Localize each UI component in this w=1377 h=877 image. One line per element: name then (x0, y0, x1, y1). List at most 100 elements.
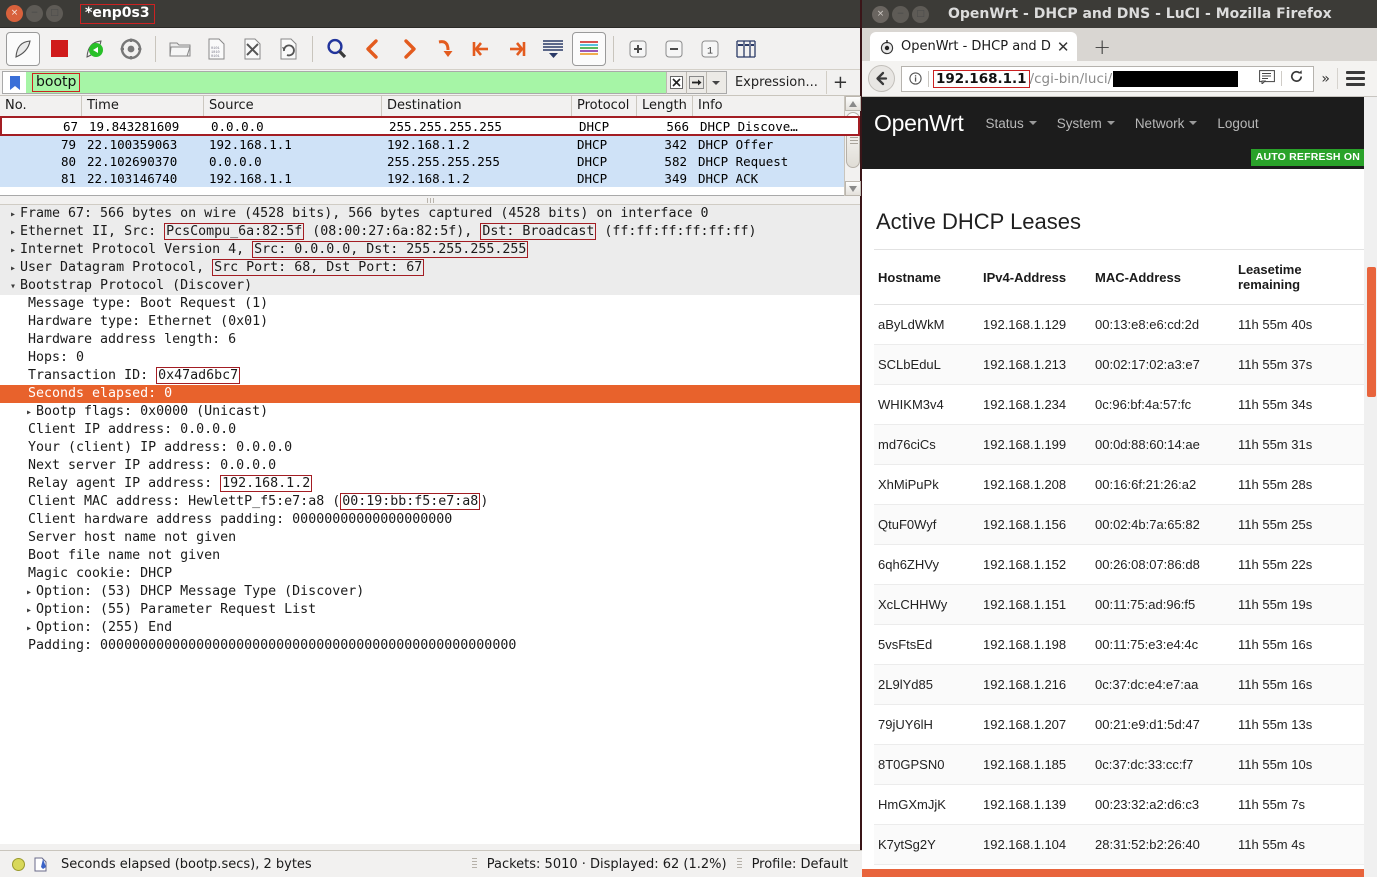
column-header-destination[interactable]: Destination (382, 96, 572, 116)
nav-item-network[interactable]: Network (1135, 116, 1198, 131)
scroll-down-arrow-icon[interactable] (845, 181, 861, 196)
expert-info-icon[interactable] (12, 857, 25, 871)
column-header-protocol[interactable]: Protocol (572, 96, 637, 116)
auto-scroll-icon[interactable] (536, 32, 570, 66)
close-file-icon[interactable] (235, 32, 269, 66)
detail-row-magic-cookie[interactable]: Magic cookie: DHCP (0, 565, 860, 583)
reload-file-icon[interactable] (271, 32, 305, 66)
filter-history-icon[interactable] (705, 71, 726, 94)
auto-refresh-badge[interactable]: AUTO REFRESH ON (1250, 149, 1365, 166)
detail-row-hw-addr-len[interactable]: Hardware address length: 6 (0, 331, 860, 349)
detail-row-frame[interactable]: ▸ Frame 67: 566 bytes on wire (4528 bits)… (0, 205, 860, 223)
detail-row-hw-padding[interactable]: Client hardware address padding: 0000000… (0, 511, 860, 529)
nav-item-logout[interactable]: Logout (1217, 116, 1258, 131)
detail-row-hops[interactable]: Hops: 0 (0, 349, 860, 367)
detail-row-ethernet[interactable]: ▸ Ethernet II, Src: PcsCompu_6a:82:5f (08… (0, 223, 860, 241)
capture-comment-icon[interactable] (33, 857, 47, 872)
clear-filter-icon[interactable] (665, 71, 686, 94)
detail-row-option-55[interactable]: ▸ Option: (55) Parameter Request List (0, 601, 860, 619)
expand-triangle-icon[interactable]: ▸ (6, 206, 20, 224)
detail-row-message-type[interactable]: Message type: Boot Request (1) (0, 295, 860, 313)
back-arrow-icon[interactable] (868, 65, 895, 92)
hamburger-menu-icon[interactable] (1337, 68, 1371, 89)
browser-scrollbar[interactable] (1364, 97, 1377, 877)
scroll-up-arrow-icon[interactable] (845, 96, 861, 111)
filter-expression-button[interactable]: Expression... (727, 71, 826, 94)
expand-triangle-icon[interactable]: ▸ (22, 602, 36, 620)
expand-triangle-icon[interactable]: ▸ (6, 224, 20, 242)
detail-row-relay-agent-ip[interactable]: Relay agent IP address: 192.168.1.2 (0, 475, 860, 493)
window-close-button[interactable]: × (6, 5, 23, 22)
detail-row-seconds-elapsed[interactable]: Seconds elapsed: 0 (0, 385, 860, 403)
column-header-no[interactable]: No. (0, 96, 82, 116)
site-identity-icon[interactable] (906, 72, 924, 85)
detail-row-client-mac[interactable]: Client MAC address: HewlettP_f5:e7:a8 (0… (0, 493, 860, 511)
detail-row-udp[interactable]: ▸ User Datagram Protocol, Src Port: 68, D… (0, 259, 860, 277)
overflow-chevron-icon[interactable]: » (1314, 71, 1337, 87)
detail-row-server-host[interactable]: Server host name not given (0, 529, 860, 547)
start-capture-icon[interactable] (6, 31, 40, 66)
detail-row-your-ip[interactable]: Your (client) IP address: 0.0.0.0 (0, 439, 860, 457)
detail-row-bootp-flags[interactable]: ▸ Bootp flags: 0x0000 (Unicast) (0, 403, 860, 421)
find-packet-icon[interactable] (320, 32, 354, 66)
go-back-icon[interactable] (356, 32, 390, 66)
close-tab-icon[interactable]: ✕ (1057, 38, 1070, 56)
table-row[interactable]: 67 19.843281609 0.0.0.0 255.255.255.255 … (0, 116, 860, 136)
go-to-last-packet-icon[interactable] (500, 32, 534, 66)
window-maximize-button[interactable]: □ (46, 5, 63, 22)
column-header-source[interactable]: Source (204, 96, 382, 116)
url-bar[interactable]: 192.168.1.1 /cgi-bin/luci/ (901, 65, 1315, 92)
ff-window-close-button[interactable]: × (872, 5, 889, 23)
table-row[interactable]: 79 22.100359063 192.168.1.1 192.168.1.2 … (0, 136, 860, 153)
status-profile[interactable]: Profile: Default (752, 857, 862, 872)
new-tab-button[interactable]: + (1093, 35, 1111, 59)
column-header-time[interactable]: Time (82, 96, 204, 116)
capture-options-icon[interactable] (114, 32, 148, 66)
reader-mode-icon[interactable] (1255, 69, 1279, 88)
packet-list-scrollbar[interactable] (844, 96, 861, 196)
resize-columns-icon[interactable] (729, 32, 763, 66)
detail-row-ipv4[interactable]: ▸ Internet Protocol Version 4, Src: 0.0.0… (0, 241, 860, 259)
browser-scrollbar-thumb[interactable] (1367, 267, 1376, 397)
zoom-in-icon[interactable] (621, 32, 655, 66)
stop-capture-icon[interactable] (42, 32, 76, 66)
detail-row-bootp[interactable]: ▾ Bootstrap Protocol (Discover) (0, 277, 860, 295)
open-file-icon[interactable] (163, 32, 197, 66)
go-to-packet-icon[interactable] (428, 32, 462, 66)
expand-triangle-icon[interactable]: ▸ (6, 260, 20, 278)
ff-window-maximize-button[interactable]: □ (912, 5, 929, 23)
expand-triangle-icon[interactable]: ▸ (22, 584, 36, 602)
detail-row-next-server-ip[interactable]: Next server IP address: 0.0.0.0 (0, 457, 860, 475)
window-minimize-button[interactable]: − (26, 5, 43, 22)
expand-triangle-icon[interactable]: ▸ (22, 620, 36, 638)
colorize-packets-icon[interactable] (572, 31, 606, 66)
detail-row-padding[interactable]: Padding: 0000000000000000000000000000000… (0, 637, 860, 655)
expand-triangle-icon[interactable]: ▸ (6, 242, 20, 260)
detail-row-hardware-type[interactable]: Hardware type: Ethernet (0x01) (0, 313, 860, 331)
table-row[interactable]: 81 22.103146740 192.168.1.1 192.168.1.2 … (0, 170, 860, 187)
detail-row-transaction-id[interactable]: Transaction ID: 0x47ad6bc7 (0, 367, 860, 385)
pane-splitter[interactable] (0, 196, 860, 204)
detail-row-client-ip[interactable]: Client IP address: 0.0.0.0 (0, 421, 860, 439)
browser-tab[interactable]: OpenWrt - DHCP and D ✕ (870, 32, 1078, 61)
nav-item-system[interactable]: System (1057, 116, 1115, 131)
go-to-first-packet-icon[interactable] (464, 32, 498, 66)
restart-capture-icon[interactable] (78, 32, 112, 66)
ff-window-minimize-button[interactable]: − (892, 5, 909, 23)
expand-triangle-icon[interactable]: ▸ (22, 404, 36, 422)
save-file-icon[interactable]: 0101 1010 0101 (199, 32, 233, 66)
apply-filter-icon[interactable] (685, 71, 706, 94)
go-forward-icon[interactable] (392, 32, 426, 66)
nav-item-status[interactable]: Status (986, 116, 1037, 131)
detail-row-boot-file[interactable]: Boot file name not given (0, 547, 860, 565)
detail-row-option-53[interactable]: ▸ Option: (53) DHCP Message Type (Discove… (0, 583, 860, 601)
zoom-out-icon[interactable] (657, 32, 691, 66)
column-header-info[interactable]: Info (693, 96, 860, 116)
collapse-triangle-icon[interactable]: ▾ (6, 278, 20, 296)
display-filter-input[interactable]: bootp (26, 71, 666, 94)
detail-row-option-255[interactable]: ▸ Option: (255) End (0, 619, 860, 637)
add-filter-button-button[interactable]: + (825, 71, 858, 94)
zoom-reset-icon[interactable]: 1 (693, 32, 727, 66)
column-header-length[interactable]: Length (637, 96, 693, 116)
table-row[interactable]: 80 22.102690370 0.0.0.0 255.255.255.255 … (0, 153, 860, 170)
